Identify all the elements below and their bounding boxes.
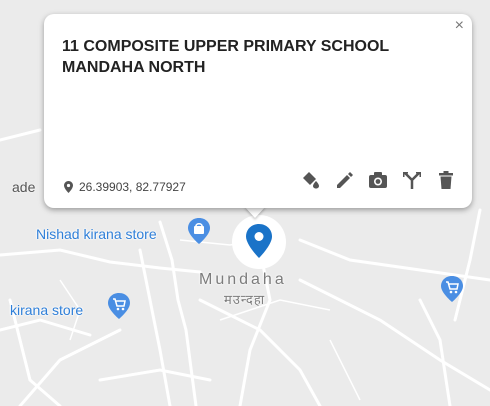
location-pin-icon [64, 181, 73, 193]
trash-icon[interactable] [436, 170, 456, 190]
poi-label-kirana-store[interactable]: kirana store [10, 302, 83, 318]
camera-icon[interactable] [368, 170, 388, 190]
shopping-cart-icon[interactable] [108, 293, 130, 319]
pencil-icon[interactable] [334, 170, 354, 190]
paint-bucket-icon[interactable] [300, 170, 320, 190]
poi-label-nishad-kirana-store[interactable]: Nishad kirana store [36, 226, 157, 242]
shopping-cart-icon[interactable] [441, 276, 463, 302]
place-name-hindi: मउन्दहा [224, 292, 266, 307]
popup-title: 11 COMPOSITE UPPER PRIMARY SCHOOL MANDAH… [62, 38, 389, 76]
close-button[interactable]: × [455, 18, 464, 34]
coordinates-row: 26.39903, 82.77927 [64, 180, 186, 194]
shopping-bag-icon[interactable] [188, 218, 210, 244]
popup-toolbar [300, 170, 456, 190]
map-label-partial: ade [12, 179, 36, 195]
location-pin-icon[interactable] [246, 224, 272, 258]
place-name: Mundaha [199, 271, 287, 288]
route-fork-icon[interactable] [402, 170, 422, 190]
info-popup: × 11 COMPOSITE UPPER PRIMARY SCHOOL MAND… [44, 14, 472, 208]
coordinates-text: 26.39903, 82.77927 [79, 180, 186, 194]
selected-marker[interactable] [232, 215, 286, 269]
